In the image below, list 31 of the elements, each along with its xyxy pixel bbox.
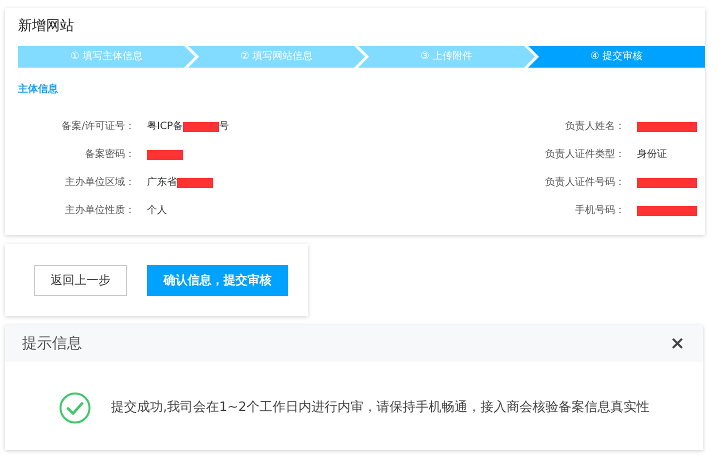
- field-value: 个人: [147, 204, 167, 218]
- field-label: 手机号码：: [574, 204, 625, 218]
- confirm-button[interactable]: 确认信息，提交审核: [147, 264, 288, 296]
- redaction-bar: [637, 178, 697, 188]
- field-value: 广东省: [147, 176, 177, 190]
- field-value: 身份证: [637, 148, 667, 162]
- field-label: 负责人姓名：: [564, 120, 625, 134]
- step-tab[interactable]: ① 填写主体信息: [18, 46, 195, 68]
- dialog-title: 提示信息: [22, 333, 82, 354]
- field-label: 负责人证件类型：: [544, 148, 625, 162]
- step-tab[interactable]: ③ 上传附件: [358, 46, 535, 68]
- section-title: 主体信息: [18, 82, 59, 97]
- field-value: 号: [218, 120, 229, 134]
- field-label: 负责人证件号码：: [544, 176, 625, 190]
- field-label: 备案/许可证号：: [60, 120, 135, 134]
- redaction-bar: [147, 150, 183, 160]
- field-label: 主办单位性质：: [64, 204, 135, 218]
- redaction-bar: [177, 178, 213, 188]
- success-check-icon: [59, 392, 91, 424]
- back-button[interactable]: 返回上一步: [34, 264, 127, 296]
- close-button[interactable]: ×: [670, 334, 685, 352]
- redaction-bar: [182, 122, 219, 132]
- step-tab[interactable]: ④ 提交审核: [528, 46, 705, 68]
- success-message: 提交成功,我司会在1~2个工作日内进行内审，请保持手机畅通，接入商会核验备案信息真实性: [111, 399, 650, 418]
- field-value: 粤ICP备: [147, 120, 183, 134]
- redaction-bar: [637, 122, 697, 132]
- step-tab[interactable]: ② 填写网站信息: [188, 46, 365, 68]
- redaction-bar: [637, 206, 697, 216]
- field-label: 主办单位区域：: [64, 176, 135, 190]
- field-label: 备案密码：: [84, 148, 135, 162]
- page-title: 新增网站: [18, 18, 75, 35]
